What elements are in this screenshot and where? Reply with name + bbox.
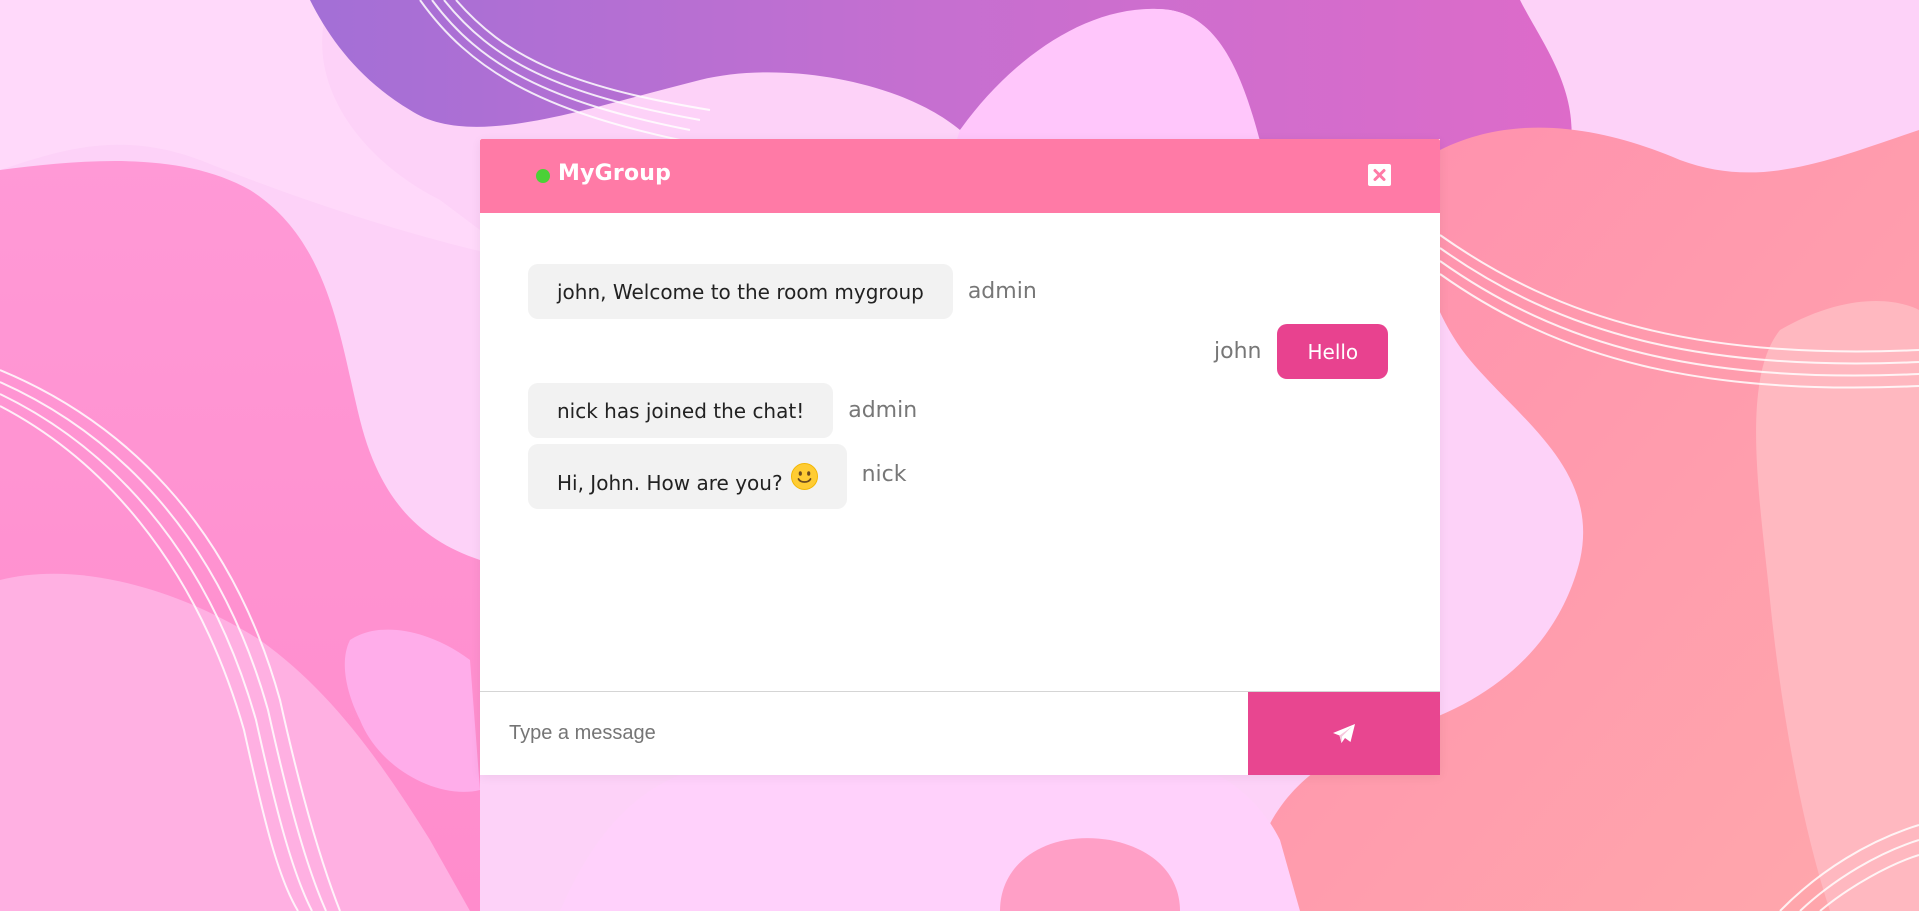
message-bubble: nick has joined the chat! [528,383,834,438]
chat-header: MyGroup [480,139,1440,213]
composer-bar [480,691,1440,775]
message-text: john, Welcome to the room mygroup [557,279,924,304]
room-title: MyGroup [558,161,672,186]
message-input[interactable] [480,692,1247,775]
close-button[interactable] [1368,164,1391,186]
message-sender: admin [967,279,1037,304]
slightly-smiling-face-icon [790,463,818,490]
message-row-outgoing: john Hello [1214,324,1389,379]
message-bubble: Hi, John. How are you? [528,444,847,509]
close-icon [1373,169,1386,181]
message-bubble: Hello [1277,324,1389,379]
message-sender: john [1214,339,1262,364]
message-text: Hi, John. How are you? [557,470,783,495]
message-sender: nick [861,462,907,487]
paper-plane-icon [1333,724,1355,743]
message-row: john, Welcome to the room mygroup admin [528,264,1037,319]
message-row: Hi, John. How are you? nick [528,444,906,509]
message-bubble: john, Welcome to the room mygroup [528,264,953,319]
message-sender: admin [848,398,918,423]
message-row: nick has joined the chat! admin [528,383,917,438]
message-text: nick has joined the chat! [557,398,805,423]
online-status-icon [536,169,550,183]
message-text: Hello [1307,339,1359,364]
send-button[interactable] [1248,692,1440,775]
